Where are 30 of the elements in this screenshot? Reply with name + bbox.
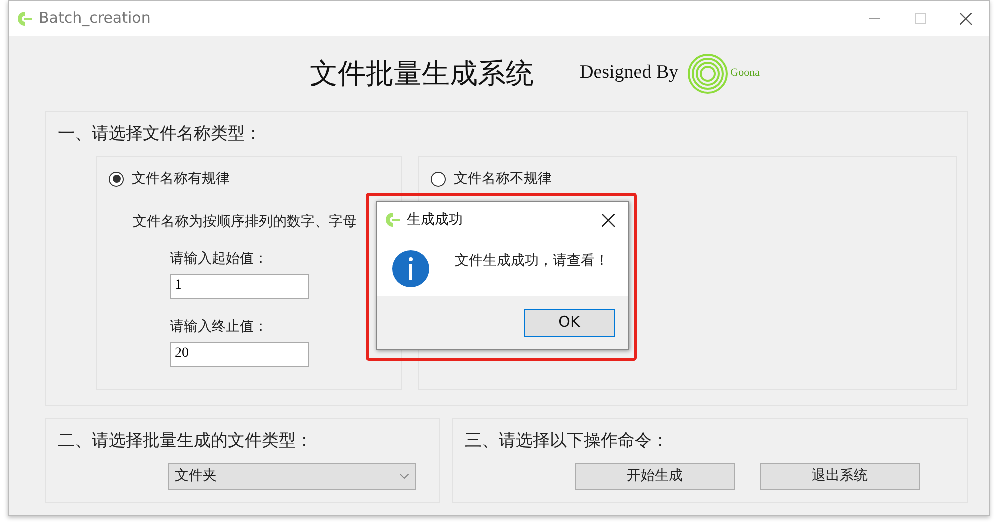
radio-button[interactable] bbox=[109, 172, 124, 186]
designed-by-label: Designed By bbox=[580, 61, 679, 86]
option-label[interactable]: 文件名称有规律 bbox=[132, 168, 230, 190]
app-icon bbox=[17, 11, 33, 28]
radio-button[interactable] bbox=[431, 172, 446, 186]
app-title: 文件批量生成系统 bbox=[310, 56, 534, 92]
dialog-title: 生成成功 bbox=[407, 210, 463, 230]
info-icon bbox=[392, 250, 430, 288]
option-description: 文件名称为按顺序排列的数字、字母 bbox=[133, 212, 358, 232]
command-button[interactable]: 开始生成 bbox=[575, 462, 735, 490]
minimize-icon[interactable] bbox=[868, 18, 880, 20]
input-field[interactable]: 1 bbox=[170, 274, 309, 298]
section-heading: 一、请选择文件名称类型： bbox=[58, 123, 263, 146]
window-title: Batch_creation bbox=[39, 8, 151, 30]
field-label: 请输入起始值： bbox=[170, 250, 269, 268]
close-icon bbox=[602, 214, 614, 226]
chevron-down-icon bbox=[400, 474, 409, 478]
close-icon[interactable] bbox=[960, 12, 972, 24]
command-button[interactable]: 退出系统 bbox=[760, 462, 920, 490]
logo: Goona bbox=[686, 52, 760, 94]
ok-button[interactable]: OK bbox=[524, 308, 615, 336]
section-heading: 三、请选择以下操作命令： bbox=[465, 430, 670, 453]
input-field[interactable]: 20 bbox=[170, 342, 309, 366]
dialog-message: 文件生成成功，请查看！ bbox=[455, 252, 609, 271]
section-heading: 二、请选择批量生成的文件类型： bbox=[58, 430, 314, 453]
dropdown-value: 文件夹 bbox=[175, 466, 217, 486]
option-label[interactable]: 文件名称不规律 bbox=[454, 168, 552, 190]
file-type-dropdown[interactable]: 文件夹 bbox=[168, 462, 416, 490]
field-label: 请输入终止值： bbox=[170, 318, 269, 336]
app-icon bbox=[385, 212, 401, 228]
